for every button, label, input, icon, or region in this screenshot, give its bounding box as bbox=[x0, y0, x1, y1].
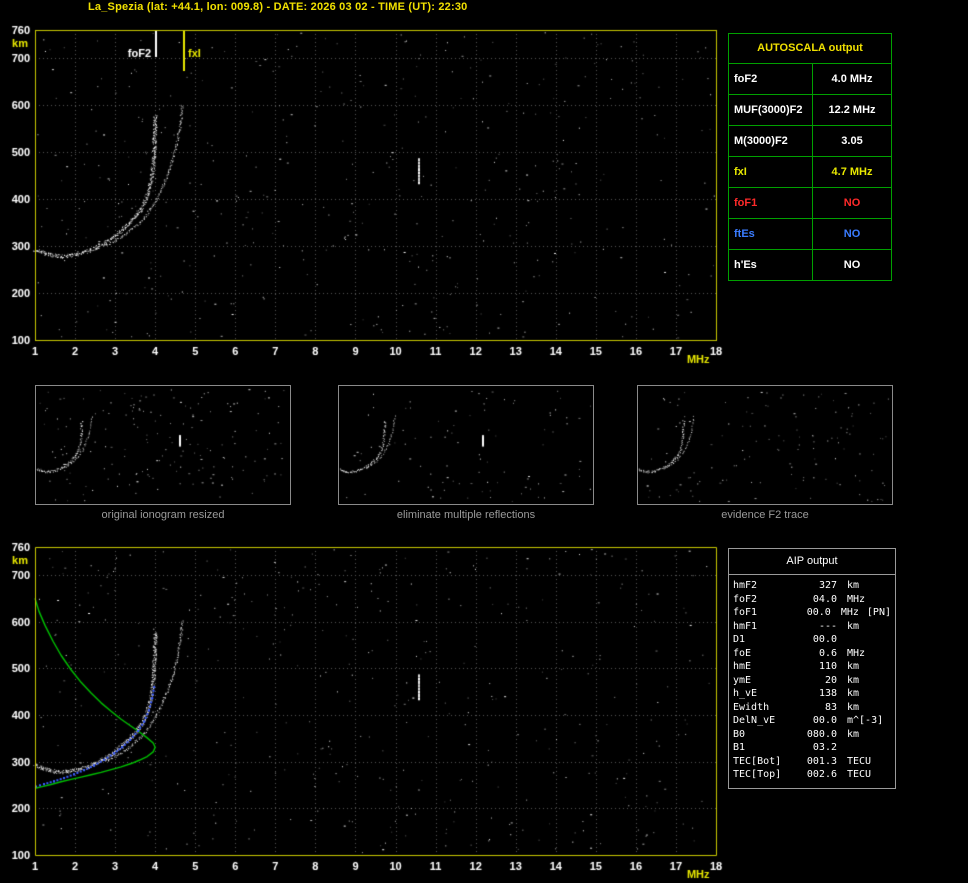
param-name: ymE bbox=[733, 674, 752, 686]
aip-row-b0: B0 080.0 km bbox=[729, 728, 895, 742]
param-name: hmF1 bbox=[733, 620, 758, 632]
param-value: 12.2 MHz bbox=[828, 104, 876, 116]
param-value: 138 bbox=[818, 688, 837, 700]
aip-table-title: AIP output bbox=[729, 549, 895, 575]
aip-row-hve: h_vE 138 km bbox=[729, 687, 895, 701]
aip-row-fof1: foF1 00.0 MHz [PN] bbox=[729, 606, 895, 620]
aip-output-table: AIP output hmF2 327 km foF2 04.0 MHz foF… bbox=[728, 548, 896, 789]
autoscala-row-ftes: ftEs NO bbox=[729, 219, 891, 250]
param-name: h_vE bbox=[733, 688, 758, 700]
param-unit: TECU bbox=[847, 755, 872, 767]
autoscala-row-m3000f2: M(3000)F2 3.05 bbox=[729, 126, 891, 157]
param-value: 110 bbox=[818, 661, 837, 673]
aip-row-d1: D1 00.0 bbox=[729, 633, 895, 647]
param-value: NO bbox=[843, 197, 861, 209]
param-value: 4.0 MHz bbox=[831, 73, 873, 85]
param-name: DelN_vE bbox=[733, 715, 776, 727]
param-name: D1 bbox=[733, 634, 746, 646]
param-name: foE bbox=[733, 647, 752, 659]
param-name: B1 bbox=[733, 742, 746, 754]
param-name: B0 bbox=[733, 728, 746, 740]
aip-row-tec-bot: TEC[Bot] 001.3 TECU bbox=[729, 755, 895, 769]
station-date-header: La_Spezia (lat: +44.1, lon: 009.8) - DAT… bbox=[88, 1, 468, 13]
param-unit: MHz bbox=[840, 607, 859, 619]
param-unit: km bbox=[847, 620, 860, 632]
param-value: 4.7 MHz bbox=[831, 166, 873, 178]
param-label: fxI bbox=[729, 157, 813, 187]
param-label: foF2 bbox=[729, 64, 813, 94]
param-unit: km bbox=[847, 580, 860, 592]
param-value: 00.0 bbox=[812, 715, 837, 727]
aip-row-hmf2: hmF2 327 km bbox=[729, 579, 895, 593]
thumbnail-f2-trace bbox=[637, 385, 893, 505]
param-unit: MHz bbox=[847, 593, 866, 605]
autoscala-row-fof1: foF1 NO bbox=[729, 188, 891, 219]
param-value: 00.0 bbox=[812, 634, 837, 646]
param-unit: MHz bbox=[847, 647, 866, 659]
aip-row-fof2: foF2 04.0 MHz bbox=[729, 593, 895, 607]
autoscala-row-hes: h'Es NO bbox=[729, 250, 891, 280]
thumbnail-multiple-reflections bbox=[338, 385, 594, 505]
param-value: 83 bbox=[824, 701, 837, 713]
caption-eliminate-reflections: eliminate multiple reflections bbox=[396, 509, 536, 521]
param-value: 0.6 bbox=[818, 647, 837, 659]
aip-row-deln-ve: DelN_vE 00.0 m^[-3] bbox=[729, 714, 895, 728]
param-value: 20 bbox=[824, 674, 837, 686]
param-unit: km bbox=[847, 701, 860, 713]
param-label: h'Es bbox=[729, 250, 813, 280]
thumbnail-original-ionogram bbox=[35, 385, 291, 505]
param-name: foF1 bbox=[733, 607, 758, 619]
aip-row-hmf1: hmF1 --- km bbox=[729, 620, 895, 634]
param-name: Ewidth bbox=[733, 701, 770, 713]
autoscala-table-title: AUTOSCALA output bbox=[729, 34, 891, 64]
param-name: hmF2 bbox=[733, 580, 758, 592]
param-value: 04.0 bbox=[812, 593, 837, 605]
param-value: 327 bbox=[818, 580, 837, 592]
caption-original-ionogram: original ionogram resized bbox=[101, 509, 225, 521]
param-unit: km bbox=[847, 674, 860, 686]
thumbnail-original-canvas bbox=[36, 386, 290, 504]
param-label: foF1 bbox=[729, 188, 813, 218]
thumbnail-f2-canvas bbox=[638, 386, 892, 504]
param-value: 00.0 bbox=[806, 607, 831, 619]
top-ionogram-canvas bbox=[0, 22, 725, 390]
autoscala-app-window: La_Spezia (lat: +44.1, lon: 009.8) - DAT… bbox=[0, 0, 968, 883]
param-unit: km bbox=[847, 728, 860, 740]
param-value: 3.05 bbox=[841, 135, 863, 147]
param-value: 002.6 bbox=[806, 769, 837, 781]
param-value: 03.2 bbox=[812, 742, 837, 754]
param-value: NO bbox=[843, 259, 861, 271]
aip-row-b1: B1 03.2 bbox=[729, 741, 895, 755]
thumbnail-reflections-canvas bbox=[339, 386, 593, 504]
param-unit: m^[-3] bbox=[847, 715, 884, 727]
param-name: foF2 bbox=[733, 593, 758, 605]
param-value: NO bbox=[843, 228, 861, 240]
autoscala-row-muf3000f2: MUF(3000)F2 12.2 MHz bbox=[729, 95, 891, 126]
param-name: TEC[Bot] bbox=[733, 755, 782, 767]
aip-row-hme: hmE 110 km bbox=[729, 660, 895, 674]
param-label: M(3000)F2 bbox=[729, 126, 813, 156]
bottom-profile-canvas bbox=[0, 538, 725, 883]
aip-row-yme: ymE 20 km bbox=[729, 674, 895, 688]
param-value: --- bbox=[818, 620, 837, 632]
param-unit: km bbox=[847, 661, 860, 673]
param-value: 080.0 bbox=[806, 728, 837, 740]
aip-row-ewidth: Ewidth 83 km bbox=[729, 701, 895, 715]
autoscala-row-fof2: foF2 4.0 MHz bbox=[729, 64, 891, 95]
param-value: 001.3 bbox=[806, 755, 837, 767]
autoscala-output-table: AUTOSCALA output foF2 4.0 MHz MUF(3000)F… bbox=[728, 33, 892, 281]
caption-evidence-f2-trace: evidence F2 trace bbox=[721, 509, 809, 521]
param-unit: km bbox=[847, 688, 860, 700]
aip-row-tec-top: TEC[Top] 002.6 TECU bbox=[729, 768, 895, 782]
param-name: hmE bbox=[733, 661, 752, 673]
param-unit: TECU bbox=[847, 769, 872, 781]
param-label: MUF(3000)F2 bbox=[729, 95, 813, 125]
param-name: TEC[Top] bbox=[733, 769, 782, 781]
param-flag: [PN] bbox=[866, 607, 891, 619]
autoscala-row-fxi: fxI 4.7 MHz bbox=[729, 157, 891, 188]
aip-row-foe: foE 0.6 MHz bbox=[729, 647, 895, 661]
param-label: ftEs bbox=[729, 219, 813, 249]
